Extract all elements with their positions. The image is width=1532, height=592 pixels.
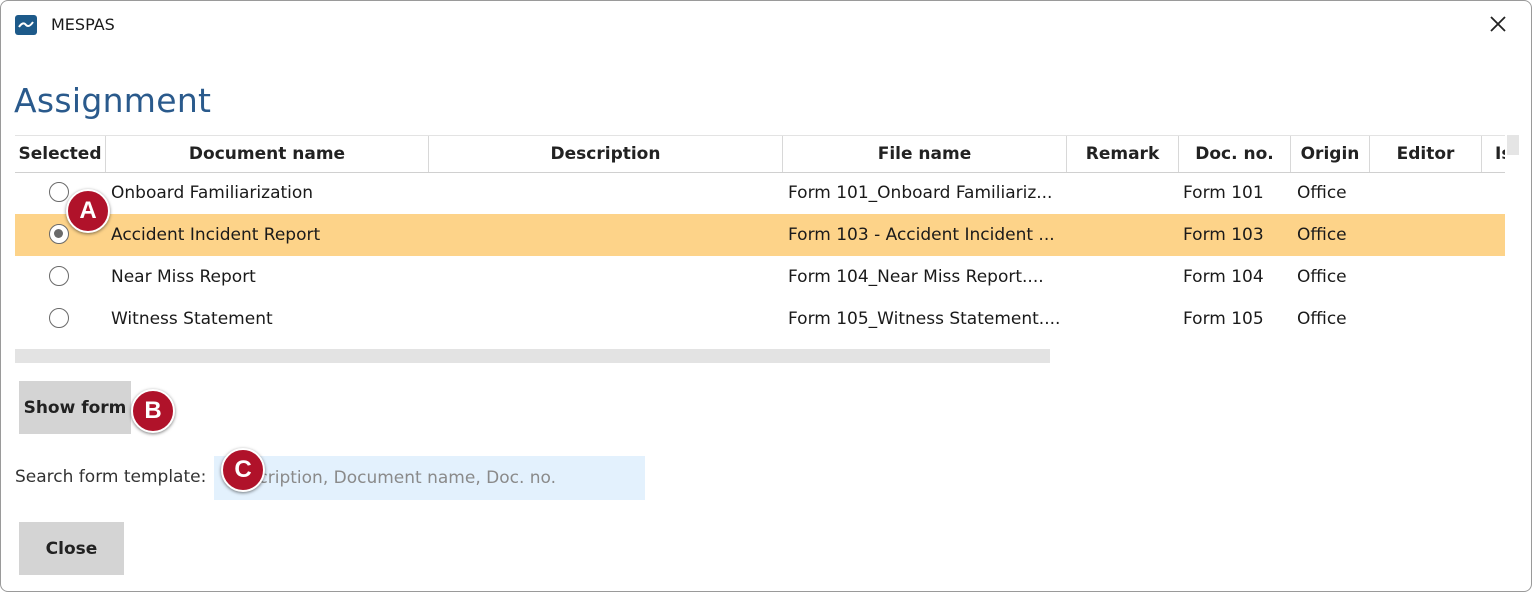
column-header-editor[interactable]: Editor <box>1370 136 1482 172</box>
app-logo-icon <box>15 15 37 35</box>
search-input[interactable] <box>214 456 645 500</box>
documents-table: Selected Document name Description File … <box>15 135 1505 349</box>
table-row[interactable]: Near Miss Report Form 104_Near Miss Repo… <box>15 256 1505 298</box>
annotation-marker-c: C <box>221 448 265 492</box>
document-name-cell: Witness Statement <box>111 309 273 329</box>
row-select-radio[interactable] <box>49 308 69 328</box>
document-name-cell: Near Miss Report <box>111 267 256 287</box>
doc-no-cell: Form 104 <box>1183 267 1264 287</box>
column-header-remark[interactable]: Remark <box>1067 136 1179 172</box>
table-row[interactable]: Witness Statement Form 105_Witness State… <box>15 298 1505 340</box>
file-name-cell: Form 105_Witness Statement.... <box>788 309 1061 329</box>
table-row[interactable]: Onboard Familiarization Form 101_Onboard… <box>15 172 1505 214</box>
column-header-is[interactable]: Is <box>1482 136 1505 172</box>
horizontal-scrollbar[interactable] <box>15 349 1050 363</box>
window-title: MESPAS <box>51 15 115 34</box>
document-name-cell: Accident Incident Report <box>111 225 321 245</box>
file-name-cell: Form 101_Onboard Familiariz... <box>788 183 1053 203</box>
show-form-button[interactable]: Show form <box>19 381 131 434</box>
table-header: Selected Document name Description File … <box>15 135 1505 173</box>
table-row-selected[interactable]: Accident Incident Report Form 103 - Acci… <box>15 214 1505 256</box>
search-label: Search form template: <box>15 467 207 487</box>
column-header-document-name[interactable]: Document name <box>106 136 429 172</box>
origin-cell: Office <box>1297 309 1347 329</box>
file-name-cell: Form 103 - Accident Incident ... <box>788 225 1055 245</box>
origin-cell: Office <box>1297 267 1347 287</box>
column-header-doc-no[interactable]: Doc. no. <box>1179 136 1291 172</box>
row-select-radio[interactable] <box>49 224 69 244</box>
doc-no-cell: Form 101 <box>1183 183 1264 203</box>
column-header-file-name[interactable]: File name <box>783 136 1067 172</box>
close-window-icon[interactable] <box>1487 13 1509 35</box>
origin-cell: Office <box>1297 225 1347 245</box>
file-name-cell: Form 104_Near Miss Report.... <box>788 267 1044 287</box>
column-header-selected[interactable]: Selected <box>15 136 106 172</box>
dialog-window: MESPAS Assignment Selected Document name… <box>0 0 1532 592</box>
vertical-scrollbar[interactable] <box>1507 135 1519 155</box>
close-button[interactable]: Close <box>19 522 124 575</box>
annotation-marker-a: A <box>66 189 110 233</box>
document-name-cell: Onboard Familiarization <box>111 183 314 203</box>
title-bar: MESPAS <box>1 1 1531 49</box>
doc-no-cell: Form 105 <box>1183 309 1264 329</box>
annotation-marker-b: B <box>131 389 175 433</box>
doc-no-cell: Form 103 <box>1183 225 1264 245</box>
origin-cell: Office <box>1297 183 1347 203</box>
row-select-radio[interactable] <box>49 266 69 286</box>
table-row-partial[interactable] <box>15 340 1505 349</box>
row-select-radio[interactable] <box>49 182 69 202</box>
page-title: Assignment <box>14 81 212 120</box>
column-header-origin[interactable]: Origin <box>1291 136 1370 172</box>
column-header-description[interactable]: Description <box>429 136 783 172</box>
